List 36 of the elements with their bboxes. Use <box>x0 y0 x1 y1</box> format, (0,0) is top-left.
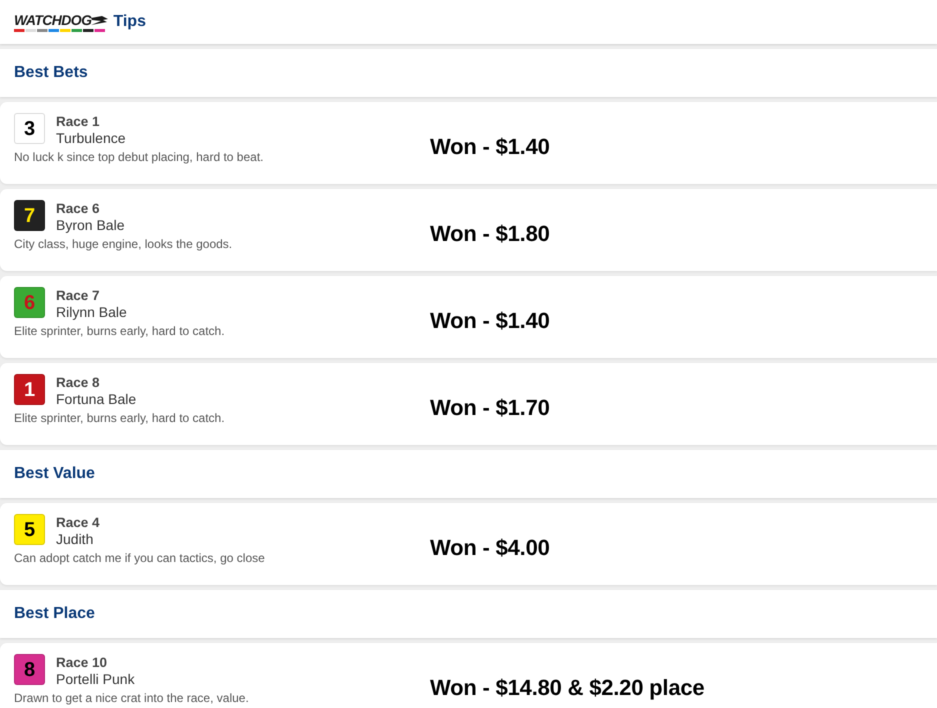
result-text: Won - $1.70 <box>430 394 550 420</box>
tip-comment: Elite sprinter, burns early, hard to catch. <box>14 411 226 425</box>
result-text: Won - $1.40 <box>430 134 550 160</box>
logo-wordmark: WATCHDOG <box>14 13 92 27</box>
runner-number: 6 <box>24 292 36 314</box>
result-text: Won - $14.80 & $2.20 place <box>430 674 704 700</box>
runner-name: Portelli Punk <box>56 671 135 688</box>
speed-lines-icon <box>91 16 108 24</box>
tip-comment: Elite sprinter, burns early, hard to catch. <box>14 324 226 338</box>
runner-number: 3 <box>24 118 36 140</box>
result-text: Won - $4.00 <box>430 534 550 560</box>
tip-comment: City class, huge engine, looks the goods. <box>14 237 234 251</box>
section-title: Best Place <box>14 605 95 623</box>
race-label: Race 7 <box>56 288 101 304</box>
runner-name: Fortuna Bale <box>56 391 136 408</box>
runner-number: 8 <box>24 658 36 680</box>
runner-number: 7 <box>24 204 36 226</box>
race-label: Race 10 <box>56 655 108 671</box>
race-label: Race 8 <box>56 375 101 391</box>
runner-name: Byron Bale <box>56 217 124 234</box>
section-title: Best Value <box>14 465 95 483</box>
runner-number: 5 <box>24 518 36 540</box>
race-label: Race 6 <box>56 201 101 217</box>
tip-comment: Can adopt catch me if you can tactics, go close <box>14 551 266 565</box>
runner-number: 1 <box>24 378 36 400</box>
runner-name: Turbulence <box>56 130 126 147</box>
tip-comment: No luck k since top debut placing, hard to beat. <box>14 150 264 164</box>
race-label: Race 4 <box>56 515 100 531</box>
race-label: Race 1 <box>56 114 101 130</box>
section-title: Best Bets <box>14 64 88 82</box>
runner-name: Rilynn Bale <box>56 304 127 321</box>
runner-name: Judith <box>56 531 94 548</box>
result-text: Won - $1.80 <box>430 220 550 246</box>
result-text: Won - $1.40 <box>430 308 550 334</box>
tip-comment: Drawn to get a nice crat into the race, value. <box>14 691 250 705</box>
page-title: Tips <box>113 13 146 31</box>
